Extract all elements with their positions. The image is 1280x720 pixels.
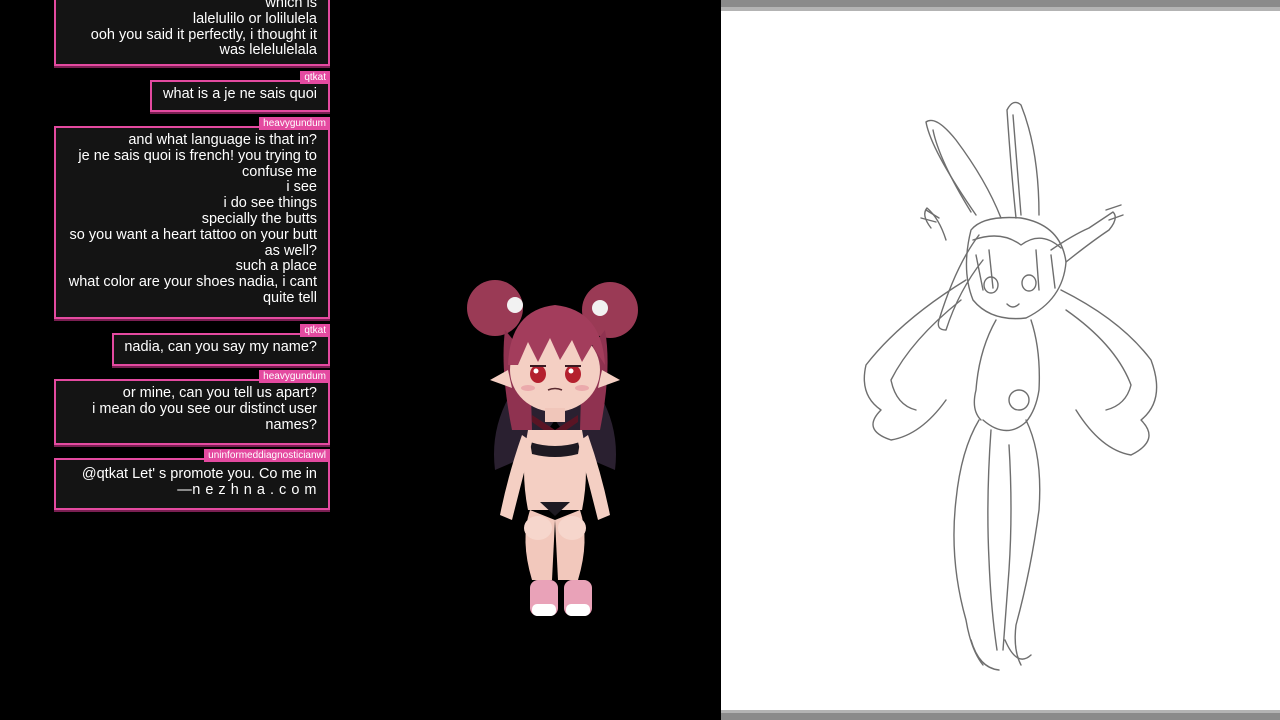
- chat-line: lalelulilo or lolilulela: [192, 10, 317, 27]
- chat-username-badge: uninformeddiagnosticianwl: [204, 449, 330, 462]
- chat-message: qtkat what is a je ne sais quoi: [150, 71, 330, 112]
- chat-line: what is a je ne sais quoi: [163, 86, 317, 102]
- chat-message: uninformeddiagnosticianwl @qtkat Let' s …: [54, 449, 330, 510]
- chat-message: qtkat nadia, can you say my name?: [112, 324, 330, 366]
- chat-line: or mine, can you tell us apart?: [122, 385, 317, 401]
- chat-message-text: and what language is that in? je ne sais…: [64, 128, 317, 307]
- chat-line: such a place: [235, 258, 317, 275]
- chat-username-badge: heavygundum: [259, 370, 330, 383]
- vtuber-avatar: [467, 280, 638, 616]
- chat-message: heavygundum and what language is that in…: [54, 117, 330, 319]
- chat-line: i do see things: [223, 195, 317, 212]
- chat-message: heavygundum or mine, can you tell us apa…: [54, 370, 330, 445]
- stream-overlay: which is lalelulilo or lolilulela ooh yo…: [0, 0, 721, 720]
- chat-message-text: which is lalelulilo or lolilulela ooh yo…: [64, 0, 317, 59]
- chat-message-text: @qtkat Let' s promote you. Co me in —n e…: [64, 460, 317, 499]
- bunny-girl-sketch: [863, 101, 1158, 671]
- chat-line: —n e z h n a . c o m: [177, 481, 317, 498]
- chat-line: nadia, can you say my name?: [124, 339, 317, 355]
- chat-line: je ne sais quoi is french! you trying to: [78, 147, 317, 164]
- chat-line: and what language is that in?: [128, 132, 317, 148]
- chat-line: i mean do you see our distinct user: [92, 400, 317, 417]
- chat-line: what color are your shoes nadia, i cant: [68, 274, 317, 291]
- chat-message-text: or mine, can you tell us apart? i mean d…: [64, 381, 317, 433]
- chat-username-badge: qtkat: [300, 324, 330, 337]
- chat-username-badge: heavygundum: [259, 117, 330, 130]
- chat-message: which is lalelulilo or lolilulela ooh yo…: [54, 0, 330, 66]
- chat-username-badge: qtkat: [300, 71, 330, 84]
- chat-line: as well?: [264, 242, 317, 259]
- chat-message-text: nadia, can you say my name?: [122, 335, 317, 356]
- chat-line: ooh you said it perfectly, i thought it: [90, 26, 317, 43]
- chat-line: quite tell: [262, 289, 317, 306]
- chat-line: names?: [265, 416, 317, 433]
- canvas-bottom-bar: [721, 710, 1280, 720]
- chat-line: @qtkat Let' s promote you. Co me in: [81, 466, 317, 482]
- chat-line: i see: [286, 179, 317, 196]
- chat-line: was lelelulelala: [219, 42, 317, 59]
- chat-message-text: what is a je ne sais quoi: [160, 82, 317, 103]
- chat-line: confuse me: [242, 163, 317, 180]
- chat-line: specially the butts: [201, 210, 317, 227]
- drawing-canvas[interactable]: [721, 0, 1280, 720]
- chat-line: so you want a heart tattoo on your butt: [69, 226, 317, 243]
